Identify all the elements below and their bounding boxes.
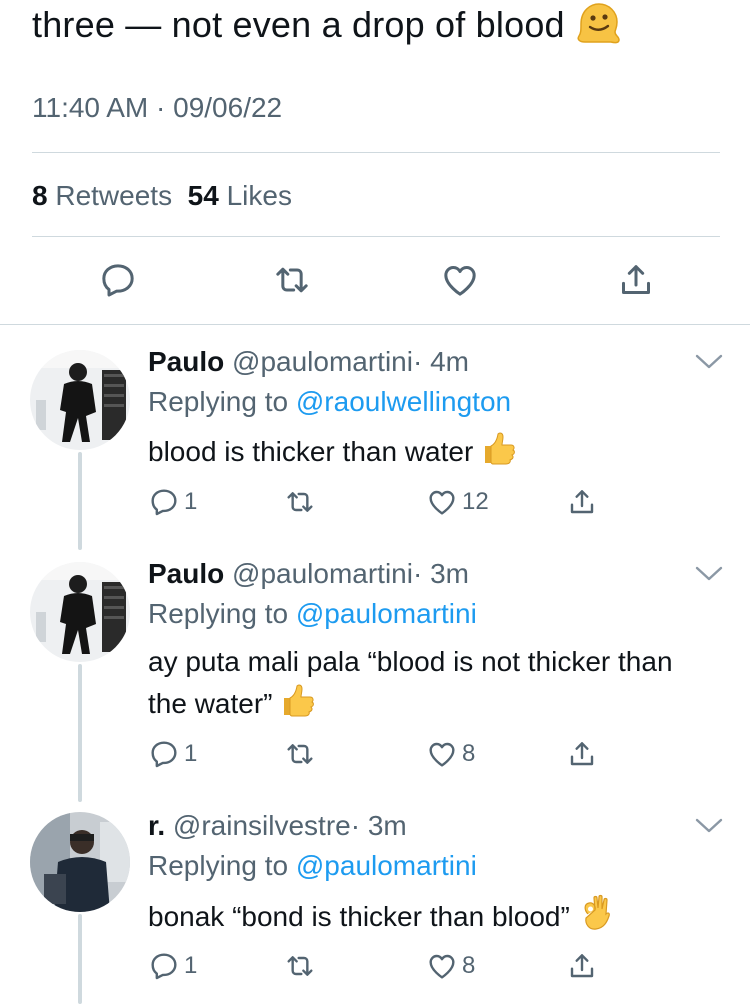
replying-to-handle[interactable]: @paulomartini — [296, 850, 477, 881]
display-name[interactable]: r. — [148, 810, 165, 841]
like-button[interactable]: 8 — [426, 734, 475, 774]
retweet-icon — [276, 267, 308, 293]
tweet-date: 09/06/22 — [173, 92, 283, 123]
reply-header: Paulo @paulomartini· 3m — [148, 558, 469, 590]
replying-to: Replying to @paulomartini — [148, 850, 477, 882]
like-count: 12 — [462, 488, 489, 515]
reply-icon — [102, 264, 134, 297]
avatar[interactable] — [30, 562, 130, 662]
thumbs-up-emoji-icon — [280, 682, 316, 729]
reply-actions: 1 12 — [148, 482, 608, 522]
reply-text-content: ay puta mali pala “blood is not thicker … — [148, 646, 673, 719]
tweet-timestamp[interactable]: 11:40 AM · 09/06/22 — [32, 92, 282, 124]
display-name[interactable]: Paulo — [148, 558, 224, 589]
reply-text-content: bonak “bond is thicker than blood” — [148, 900, 570, 932]
heart-icon — [444, 266, 476, 296]
divider — [32, 152, 720, 153]
reply-time: · 3m — [350, 810, 407, 841]
likes-label: Likes — [226, 180, 292, 211]
like-count: 8 — [462, 952, 476, 979]
like-button[interactable]: 12 — [426, 482, 489, 522]
replying-label: Replying to — [148, 386, 289, 417]
tweet-stats: 8 Retweets 54 Likes — [32, 180, 292, 212]
thread-line — [78, 452, 82, 550]
share-button[interactable] — [566, 734, 598, 774]
avatar[interactable] — [30, 350, 130, 450]
reply-button[interactable]: 1 — [148, 734, 197, 774]
reply-count: 1 — [184, 952, 198, 979]
like-count: 8 — [462, 740, 476, 767]
retweet-button[interactable] — [270, 258, 314, 302]
share-icon — [570, 954, 594, 978]
share-icon — [570, 742, 594, 766]
retweets-count: 8 — [32, 180, 48, 211]
likes-count: 54 — [187, 180, 219, 211]
timestamp-separator: · — [156, 92, 166, 123]
tweet-text-content: three — not even a drop of blood — [32, 4, 565, 46]
reply-text: bonak “bond is thicker than blood” — [148, 894, 708, 943]
divider — [32, 236, 720, 237]
reply-header: Paulo @paulomartini· 4m — [148, 346, 469, 378]
reply-button[interactable]: 1 — [148, 482, 197, 522]
heart-icon — [429, 742, 455, 767]
thumbs-up-emoji-icon — [481, 430, 517, 477]
username[interactable]: @paulomartini — [232, 346, 413, 377]
reply-actions: 1 8 — [148, 946, 608, 986]
ok-hand-emoji-icon — [578, 894, 614, 943]
share-icon — [570, 490, 594, 514]
heart-icon — [429, 954, 455, 979]
username[interactable]: @paulomartini — [232, 558, 413, 589]
avatar[interactable] — [30, 812, 130, 912]
reply-text-content: blood is thicker than water — [148, 435, 474, 467]
like-button[interactable]: 8 — [426, 946, 475, 986]
share-button[interactable] — [566, 946, 598, 986]
tweet-time: 11:40 AM — [32, 92, 149, 123]
retweet-icon — [287, 956, 313, 976]
reply-button[interactable] — [96, 258, 140, 302]
thread-line — [78, 664, 82, 802]
replying-to: Replying to @raoulwellington — [148, 386, 511, 418]
retweet-button[interactable] — [284, 482, 316, 522]
retweet-icon — [287, 492, 313, 512]
chevron-down-icon[interactable] — [692, 346, 726, 376]
replying-to-handle[interactable]: @paulomartini — [296, 598, 477, 629]
reply-icon — [151, 741, 177, 768]
likes-link[interactable]: 54 Likes — [188, 180, 292, 211]
retweet-button[interactable] — [284, 734, 316, 774]
share-button[interactable] — [566, 482, 598, 522]
reply-time: · 4m — [412, 346, 469, 377]
divider — [0, 324, 750, 325]
retweet-button[interactable] — [284, 946, 316, 986]
share-button[interactable] — [614, 258, 658, 302]
reply-time: · 3m — [412, 558, 469, 589]
reply-header: r. @rainsilvestre· 3m — [148, 810, 407, 842]
display-name[interactable]: Paulo — [148, 346, 224, 377]
replying-label: Replying to — [148, 850, 289, 881]
replying-to-handle[interactable]: @raoulwellington — [296, 386, 511, 417]
tweet-text: three — not even a drop of blood — [32, 2, 621, 53]
retweet-icon — [287, 744, 313, 764]
melting-face-emoji-icon — [575, 2, 621, 53]
reply-count: 1 — [184, 488, 198, 515]
reply-button[interactable]: 1 — [148, 946, 197, 986]
replying-to: Replying to @paulomartini — [148, 598, 477, 630]
heart-icon — [429, 490, 455, 515]
reply-text: ay puta mali pala “blood is not thicker … — [148, 642, 688, 729]
reply-icon — [151, 489, 177, 516]
chevron-down-icon[interactable] — [692, 810, 726, 840]
reply-icon — [151, 953, 177, 980]
retweets-label: Retweets — [55, 180, 173, 211]
reply-text: blood is thicker than water — [148, 430, 688, 477]
reply-actions: 1 8 — [148, 734, 608, 774]
thread-line — [78, 914, 82, 1004]
chevron-down-icon[interactable] — [692, 558, 726, 588]
share-icon — [622, 265, 650, 294]
username[interactable]: @rainsilvestre — [173, 810, 351, 841]
replying-label: Replying to — [148, 598, 289, 629]
like-button[interactable] — [438, 258, 482, 302]
retweets-link[interactable]: 8 Retweets — [32, 180, 172, 211]
reply-count: 1 — [184, 740, 198, 767]
